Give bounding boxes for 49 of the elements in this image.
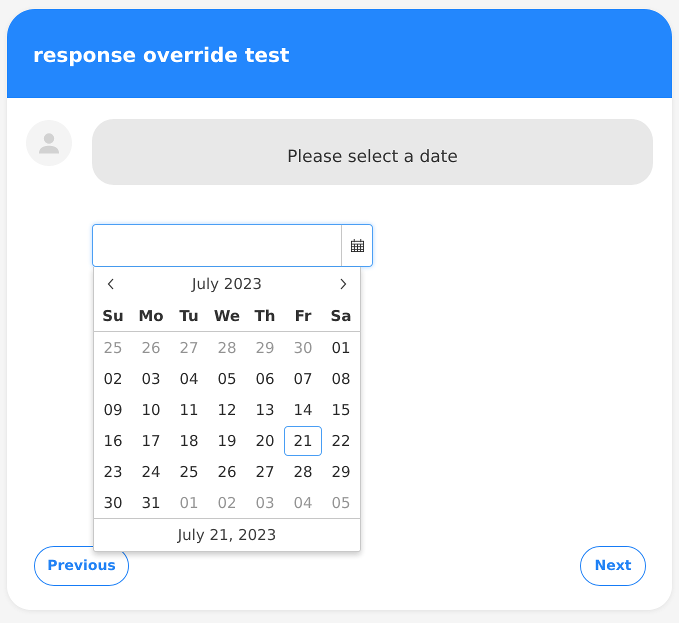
day-cell[interactable]: 21 <box>284 426 322 456</box>
weekday-label: Tu <box>178 306 200 324</box>
day-cell[interactable]: 23 <box>94 457 132 487</box>
day-cell[interactable]: 15 <box>322 395 360 425</box>
chevron-right-icon[interactable] <box>338 278 347 290</box>
weekday-label: Fr <box>294 306 312 324</box>
month-label[interactable]: July 2023 <box>192 274 262 292</box>
day-cell[interactable]: 25 <box>170 457 208 487</box>
weekday-label: Th <box>254 306 276 324</box>
next-button[interactable]: Next <box>580 546 646 586</box>
selected-date-label: July 21, 2023 <box>178 526 276 544</box>
day-cell[interactable]: 18 <box>170 426 208 456</box>
day-cell[interactable]: 11 <box>170 395 208 425</box>
day-cell[interactable]: 27 <box>246 457 284 487</box>
weekday-label: Mo <box>137 306 165 324</box>
day-cell[interactable]: 30 <box>94 488 132 518</box>
day-cell[interactable]: 24 <box>132 457 170 487</box>
day-cell[interactable]: 09 <box>94 395 132 425</box>
day-cell[interactable]: 13 <box>246 395 284 425</box>
day-cell[interactable]: 19 <box>208 426 246 456</box>
day-cell[interactable]: 01 <box>322 333 360 363</box>
day-cell[interactable]: 12 <box>208 395 246 425</box>
day-cell[interactable]: 31 <box>132 488 170 518</box>
day-cell[interactable]: 06 <box>246 364 284 394</box>
day-cell[interactable]: 20 <box>246 426 284 456</box>
day-cell[interactable]: 26 <box>208 457 246 487</box>
day-cell[interactable]: 07 <box>284 364 322 394</box>
message-bubble: Please select a date <box>92 119 653 185</box>
calendar-icon <box>350 238 364 253</box>
weekday-label: We <box>212 306 242 324</box>
day-cell[interactable]: 04 <box>170 364 208 394</box>
chat-title: response override test <box>33 42 290 66</box>
weekday-label: Sa <box>330 306 352 324</box>
day-cell[interactable]: 29 <box>322 457 360 487</box>
day-cell[interactable]: 14 <box>284 395 322 425</box>
day-cell[interactable]: 28 <box>284 457 322 487</box>
previous-button[interactable]: Previous <box>34 546 129 586</box>
chevron-left-icon[interactable] <box>107 278 115 290</box>
avatar-icon <box>26 120 72 166</box>
day-cell[interactable]: 22 <box>322 426 360 456</box>
day-cell[interactable]: 17 <box>132 426 170 456</box>
day-cell[interactable]: 02 <box>94 364 132 394</box>
date-input-field[interactable] <box>92 224 373 267</box>
day-cell[interactable]: 08 <box>322 364 360 394</box>
weekday-label: Su <box>101 306 125 324</box>
day-cell[interactable]: 16 <box>94 426 132 456</box>
day-cell[interactable]: 05 <box>208 364 246 394</box>
day-cell[interactable]: 03 <box>132 364 170 394</box>
day-cell[interactable]: 10 <box>132 395 170 425</box>
